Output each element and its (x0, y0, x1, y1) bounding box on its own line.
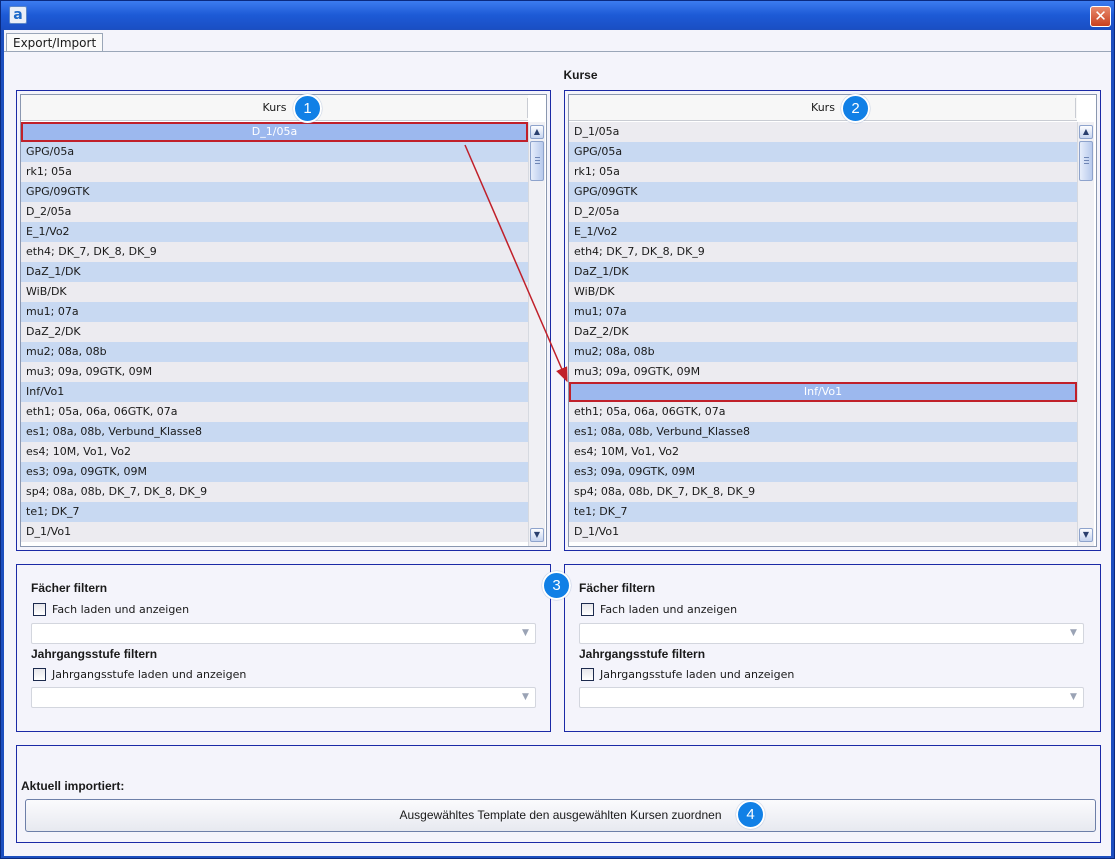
annotation-arrow (464, 144, 568, 383)
step-badge-2: 2 (841, 94, 870, 123)
step-badge-4: 4 (736, 800, 765, 829)
step-badge-1: 1 (293, 94, 322, 123)
app-window: a ✕ Export/Import Kurse Kurs D_1/05a GPG/… (0, 0, 1115, 859)
step-badge-3: 3 (542, 571, 571, 600)
